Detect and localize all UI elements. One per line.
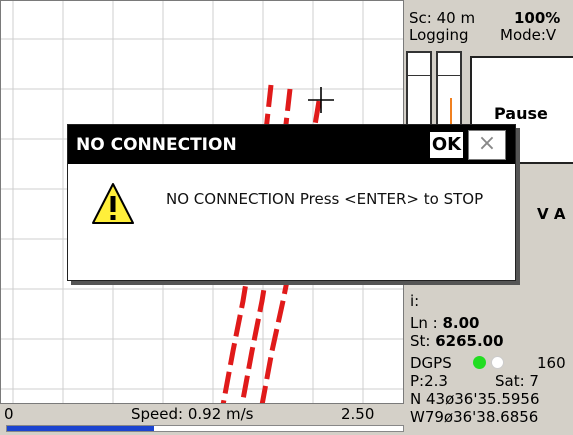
close-button[interactable]: × [468,130,506,160]
station-value: 6265.00 [435,332,504,350]
logging-status: Logging [409,26,469,44]
left-gauge [406,51,432,126]
dgps-status-dot-white [491,356,504,369]
dgps-label: DGPS [410,354,452,372]
zoom-readout: 100% [514,9,561,27]
dialog-title: NO CONNECTION [76,135,237,155]
dialog-titlebar: NO CONNECTION OK × [68,125,515,164]
line-label: Ln : [410,314,443,332]
speed-max-label: 2.50 [341,405,375,423]
station-label: St: [410,332,436,350]
dgps-status-dot-green [473,356,486,369]
ok-button[interactable]: OK [428,130,465,160]
scale-readout: Sc: 40 m [409,9,476,27]
line-value: 8.00 [442,314,480,332]
close-icon: × [477,131,497,156]
satellite-count: Sat: 7 [495,372,539,390]
right-gauge [436,51,462,126]
pdop-readout: P:2.3 [410,372,448,390]
mode-readout: Mode:V [500,26,557,44]
speed-min-label: 0 [4,405,14,423]
longitude-readout: W79ø36'38.6856 [410,408,539,426]
no-connection-dialog: NO CONNECTION OK × NO CONNECTION Press <… [67,124,516,281]
warning-icon [92,183,134,224]
speed-readout: Speed: 0.92 m/s [131,405,254,423]
speed-progress-fill [7,426,154,431]
dialog-message: NO CONNECTION Press <ENTER> to STOP [166,190,484,208]
v-label: V A [537,205,566,223]
latitude-readout: N 43ø36'35.5956 [410,390,540,408]
dgps-value: 160 [537,354,566,372]
station-readout: St: 6265.00 [410,333,504,349]
i-label: i: [410,292,420,310]
speed-progress [6,425,404,432]
line-readout: Ln : 8.00 [410,315,479,331]
pause-label: Pause [494,104,548,123]
position-cursor-icon [308,87,334,113]
